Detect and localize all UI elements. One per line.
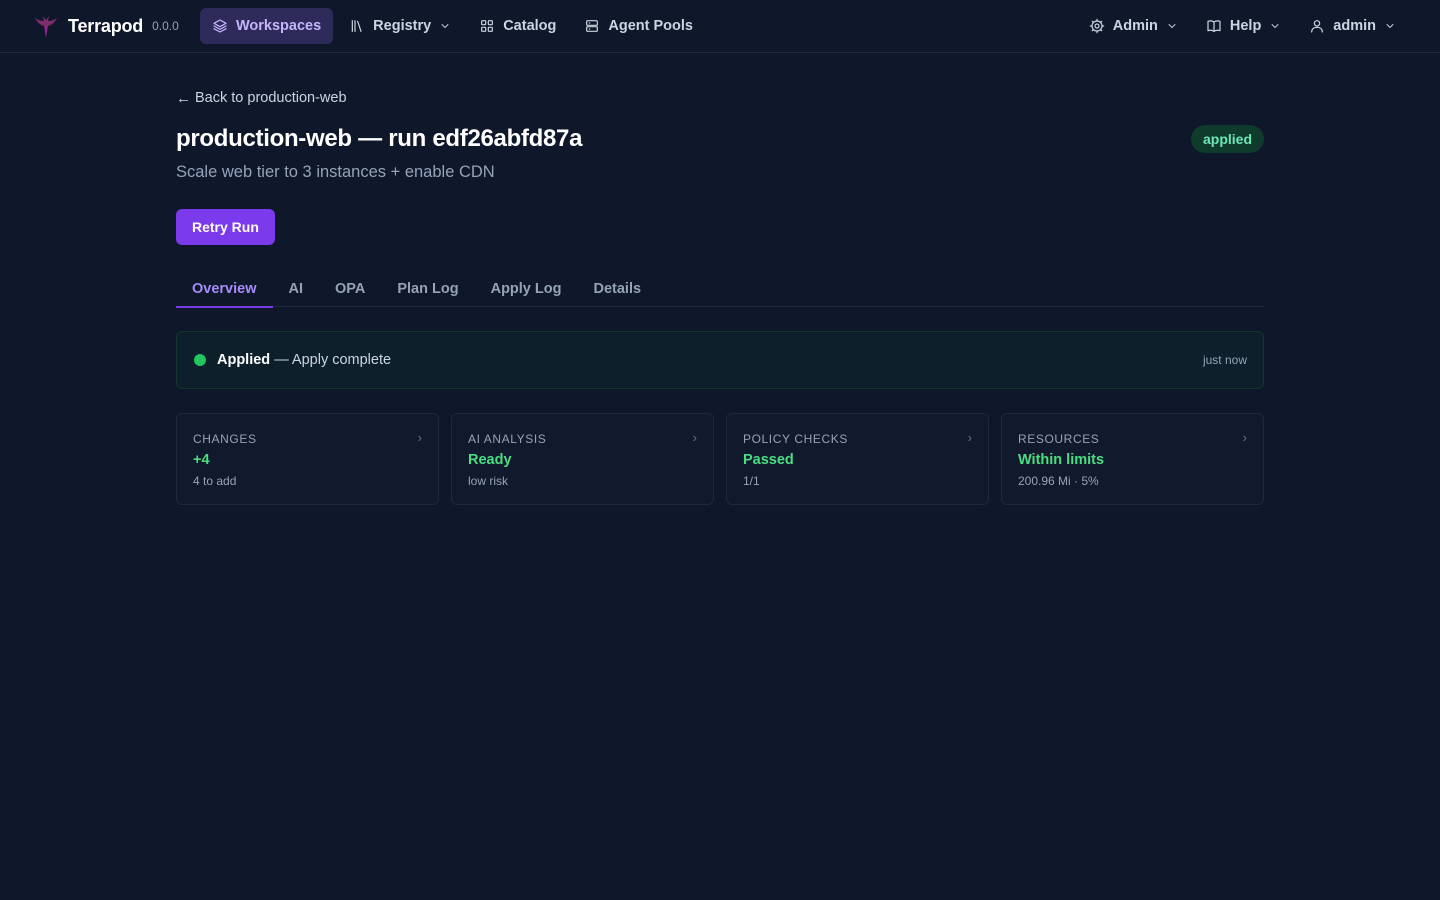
nav-admin-label: Admin (1112, 18, 1158, 34)
nav-help-menu[interactable]: Help (1194, 8, 1293, 44)
card-value: Passed (743, 452, 794, 468)
status-text: Applied — Apply complete (217, 352, 391, 368)
run-tabs: Overview AI OPA Plan Log Apply Log Detai… (176, 271, 1264, 308)
policy-checks-card[interactable]: Policy Checks › Passed 1/1 (726, 413, 989, 505)
chevron-right-icon: › (967, 430, 972, 445)
changes-card[interactable]: Changes › +4 4 to add (176, 413, 439, 505)
user-icon (1311, 20, 1324, 33)
card-subtext: 1/1 (743, 474, 760, 488)
chevron-down-icon (1386, 24, 1394, 28)
nav-workspaces[interactable]: Workspaces (200, 8, 334, 44)
card-value: Within limits (1018, 452, 1105, 468)
tab-plan-log[interactable]: Plan Log (381, 271, 474, 307)
brand[interactable]: Terrapod 0.0.0 (32, 12, 179, 40)
status-message: — Apply complete (270, 352, 392, 368)
status-timestamp: just now (1202, 353, 1247, 367)
library-icon (351, 20, 362, 32)
card-value: +4 (193, 452, 210, 468)
run-status-badge: applied (1190, 125, 1264, 153)
status-label: Applied (217, 352, 271, 368)
chevron-down-icon (1271, 24, 1279, 28)
page-title: production-web — run edf26abfd87a (176, 125, 583, 152)
run-status-banner: Applied — Apply complete just now (176, 331, 1264, 389)
nav-registry[interactable]: Registry (337, 8, 463, 44)
chevron-right-icon: › (1242, 430, 1247, 445)
card-subtext: low risk (468, 474, 509, 488)
nav-help-label: Help (1229, 18, 1262, 34)
app-version: 0.0.0 (152, 19, 179, 33)
nav-admin-menu[interactable]: Admin (1077, 8, 1190, 44)
tab-details[interactable]: Details (577, 271, 657, 307)
card-subtext: 4 to add (193, 474, 237, 488)
ai-analysis-card[interactable]: AI Analysis › Ready low risk (451, 413, 714, 505)
tab-opa[interactable]: OPA (319, 271, 381, 307)
tab-ai[interactable]: AI (273, 271, 320, 307)
card-subtext: 200.96 Mi · 5% (1018, 474, 1099, 488)
card-label: AI Analysis (468, 432, 547, 446)
terrapod-logo-icon (35, 16, 57, 38)
nav-workspaces-label: Workspaces (236, 18, 322, 34)
chevron-right-icon: › (417, 430, 422, 445)
nav-agent-pools[interactable]: Agent Pools (572, 8, 705, 44)
book-icon (1207, 20, 1221, 32)
tab-overview[interactable]: Overview (176, 271, 273, 308)
chevron-right-icon: › (692, 430, 697, 445)
arrow-left-icon: ← (176, 89, 191, 107)
nav-registry-label: Registry (373, 18, 432, 34)
grid-icon (481, 20, 494, 32)
nav-user-menu[interactable]: admin (1297, 8, 1408, 44)
card-label: Resources (1018, 432, 1100, 446)
tab-apply-log[interactable]: Apply Log (475, 271, 578, 307)
brand-name: Terrapod (68, 15, 144, 36)
summary-cards: Changes › +4 4 to add AI Analysis › Read… (176, 413, 1264, 505)
chevron-down-icon (441, 24, 449, 28)
status-dot-icon (194, 354, 206, 366)
nav-user-label: admin (1333, 18, 1376, 34)
nav-agent-pools-label: Agent Pools (608, 18, 693, 34)
run-message: Scale web tier to 3 instances + enable C… (176, 163, 495, 181)
nav-catalog[interactable]: Catalog (467, 8, 568, 44)
primary-nav: Workspaces Registry Catalog Agent Pools (200, 8, 709, 44)
server-icon (586, 20, 599, 32)
retry-run-button[interactable]: Retry Run (176, 209, 275, 245)
top-navbar: Terrapod 0.0.0 Workspaces Registry Catal… (0, 0, 1440, 53)
card-label: Changes (193, 432, 257, 446)
chevron-down-icon (1168, 24, 1176, 28)
nav-catalog-label: Catalog (503, 18, 557, 34)
card-value: Ready (468, 452, 512, 468)
back-link-label: Back to production-web (195, 90, 347, 106)
layers-icon (213, 19, 227, 33)
resources-card[interactable]: Resources › Within limits 200.96 Mi · 5% (1001, 413, 1264, 505)
back-link[interactable]: ← Back to production-web (176, 89, 347, 107)
gear-icon (1089, 18, 1105, 34)
secondary-nav: Admin Help admin (1073, 8, 1408, 44)
card-label: Policy Checks (743, 432, 848, 446)
